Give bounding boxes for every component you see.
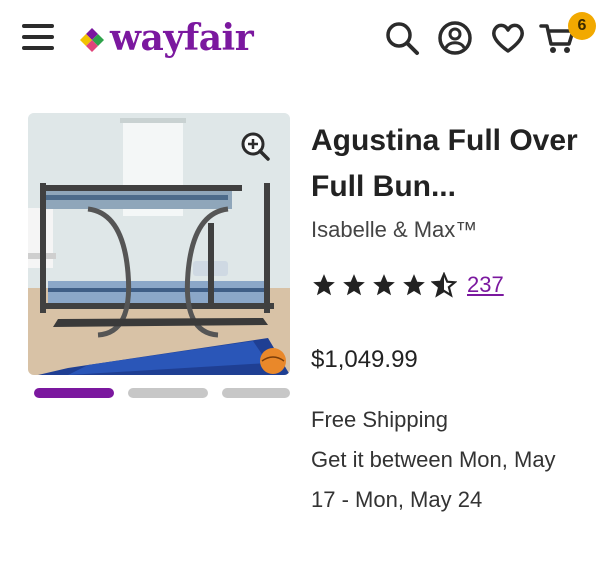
image-carousel-dots bbox=[34, 388, 290, 400]
product-info: Agustina Full Over Full Bun... Isabelle … bbox=[311, 118, 591, 246]
star-full-icon bbox=[373, 274, 395, 296]
zoom-in-icon[interactable] bbox=[238, 129, 272, 163]
wayfair-logo[interactable]: wayfair bbox=[76, 14, 254, 62]
cart-count-badge: 6 bbox=[568, 12, 596, 40]
heart-icon[interactable] bbox=[488, 18, 528, 58]
carousel-dot-1[interactable] bbox=[34, 388, 114, 398]
product-title[interactable]: Agustina Full Over Full Bun... bbox=[311, 118, 591, 210]
star-full-icon bbox=[403, 274, 425, 296]
star-full-icon bbox=[343, 274, 365, 296]
header: wayfair 6 bbox=[0, 0, 600, 80]
product-rating[interactable]: 237 bbox=[311, 272, 504, 298]
review-count-link[interactable]: 237 bbox=[467, 272, 504, 298]
product-price: $1,049.99 bbox=[311, 346, 418, 373]
carousel-dot-3[interactable] bbox=[222, 388, 290, 398]
product-brand[interactable]: Isabelle & Max™ bbox=[311, 214, 591, 246]
logo-text: wayfair bbox=[110, 17, 254, 59]
star-full-icon bbox=[313, 274, 335, 296]
shipping-label: Free Shipping bbox=[311, 407, 448, 432]
logo-mark-icon bbox=[80, 28, 104, 52]
account-icon[interactable] bbox=[435, 18, 475, 58]
delivery-estimate: Get it between Mon, May 17 - Mon, May 24 bbox=[311, 447, 556, 512]
star-half-icon bbox=[431, 272, 457, 298]
carousel-dot-2[interactable] bbox=[128, 388, 208, 398]
product-image[interactable] bbox=[28, 113, 290, 375]
search-icon[interactable] bbox=[382, 18, 422, 58]
menu-icon[interactable] bbox=[22, 22, 56, 52]
